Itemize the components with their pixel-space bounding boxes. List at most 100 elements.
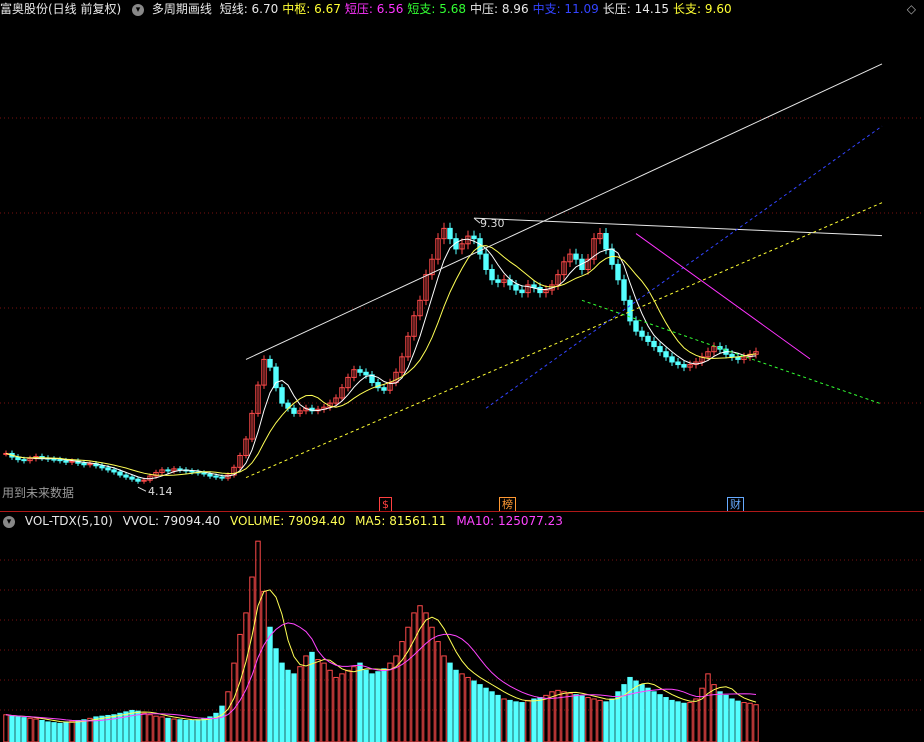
volume-bar [705, 673, 711, 742]
volume-bar [747, 702, 753, 742]
volume-bar [147, 714, 153, 742]
volume-bar [609, 698, 615, 742]
future-data-label: 用到未来数据 [2, 486, 75, 500]
candle [213, 475, 219, 478]
volume-bar [303, 655, 309, 742]
volume-bar [75, 719, 81, 742]
volume-bar [447, 662, 453, 742]
low-price-pointer [137, 486, 147, 492]
volume-bar [729, 698, 735, 742]
volume-bar [171, 718, 177, 742]
volume-bar [15, 716, 21, 742]
volume-dropdown-icon[interactable]: ▾ [3, 515, 15, 528]
candle [363, 371, 369, 376]
candle [483, 253, 489, 271]
event-marker-2[interactable]: 财 [727, 497, 744, 512]
indicator-name[interactable]: 多周期画线 [152, 2, 212, 16]
volume-bar [459, 673, 465, 742]
candle [219, 476, 225, 479]
candle [165, 469, 171, 472]
volume-bar [525, 699, 531, 742]
candle [63, 460, 69, 463]
indicator-dropdown-icon[interactable]: ▾ [132, 3, 145, 16]
trend-line-1 [473, 217, 883, 237]
indicator-value-2: 短压: 6.56 [344, 2, 404, 16]
volume-bar [291, 673, 297, 742]
volume-bar [405, 626, 411, 742]
volume-bar [375, 671, 381, 742]
volume-bar [573, 694, 579, 742]
low-price-label: 4.14 [148, 485, 173, 498]
volume-chart[interactable] [0, 530, 924, 742]
candle [615, 263, 621, 281]
candle [381, 387, 387, 391]
candle [105, 467, 111, 471]
volume-bar [435, 641, 441, 742]
volume-bar [243, 612, 249, 742]
indicator-value-3: 短支: 5.68 [407, 2, 466, 16]
volume-bar [9, 715, 15, 742]
candle [495, 279, 501, 283]
volume-bar [411, 612, 417, 742]
volume-bar [249, 576, 255, 742]
volume-bar [741, 702, 747, 742]
volume-bar [681, 702, 687, 742]
vvol-value: VVOL: 79094.40 [122, 514, 221, 528]
volume-bar [3, 714, 9, 742]
volume-bar [591, 698, 597, 742]
indicator-value-6: 长压: 14.15 [602, 2, 670, 16]
volume-bar [549, 691, 555, 742]
candle [51, 458, 57, 461]
volume-bar [633, 680, 639, 742]
volume-indicator-name[interactable]: VOL-TDX(5,10) [25, 514, 113, 528]
candle [123, 474, 129, 478]
volume-bar [495, 694, 501, 742]
volume-bar [87, 717, 93, 742]
event-marker-1[interactable]: 榜 [499, 497, 516, 512]
candle [681, 364, 687, 368]
candle [99, 465, 105, 469]
volume-bar [387, 662, 393, 742]
candle [603, 233, 609, 250]
volume-bar [489, 691, 495, 742]
volume-bar [723, 694, 729, 742]
candle [537, 286, 543, 294]
diamond-icon[interactable]: ◇ [907, 2, 916, 16]
event-marker-0[interactable]: $ [379, 497, 392, 512]
volume-bar [45, 721, 51, 742]
candle [111, 469, 117, 473]
volume-bar [585, 697, 591, 742]
indicator-value-5: 中支: 11.09 [532, 2, 599, 16]
volume-bar [183, 719, 189, 742]
volume-bar [369, 673, 375, 742]
volume-bar [327, 669, 333, 742]
volume-bar [297, 666, 303, 742]
volume-bar [399, 641, 405, 742]
volume-bar [597, 699, 603, 742]
volume-bar [561, 691, 567, 742]
volume-bar [159, 716, 165, 742]
ma10-value: MA10: 125077.23 [456, 514, 563, 528]
candle [207, 473, 213, 477]
price-chart[interactable]: 9.30 4.14 [0, 18, 924, 511]
candle [519, 289, 525, 294]
volume-bar [687, 702, 693, 742]
volume-bar [279, 662, 285, 742]
volume-value: VOLUME: 79094.40 [229, 514, 346, 528]
volume-bar [315, 659, 321, 742]
candle [447, 227, 453, 240]
candle [129, 476, 135, 480]
volume-bar [381, 668, 387, 742]
indicator-value-0: 短线: 6.70 [219, 2, 279, 16]
trend-line-0 [245, 63, 883, 360]
volume-bar [135, 710, 141, 742]
candle [639, 330, 645, 337]
candle [471, 235, 477, 240]
volume-bar [567, 692, 573, 742]
volume-bar [27, 717, 33, 742]
candle [657, 346, 663, 353]
stock-title[interactable]: 富奥股份(日线 前复权) [0, 2, 121, 16]
candle [573, 253, 579, 260]
volume-bar [645, 687, 651, 742]
volume-bar [39, 719, 45, 742]
